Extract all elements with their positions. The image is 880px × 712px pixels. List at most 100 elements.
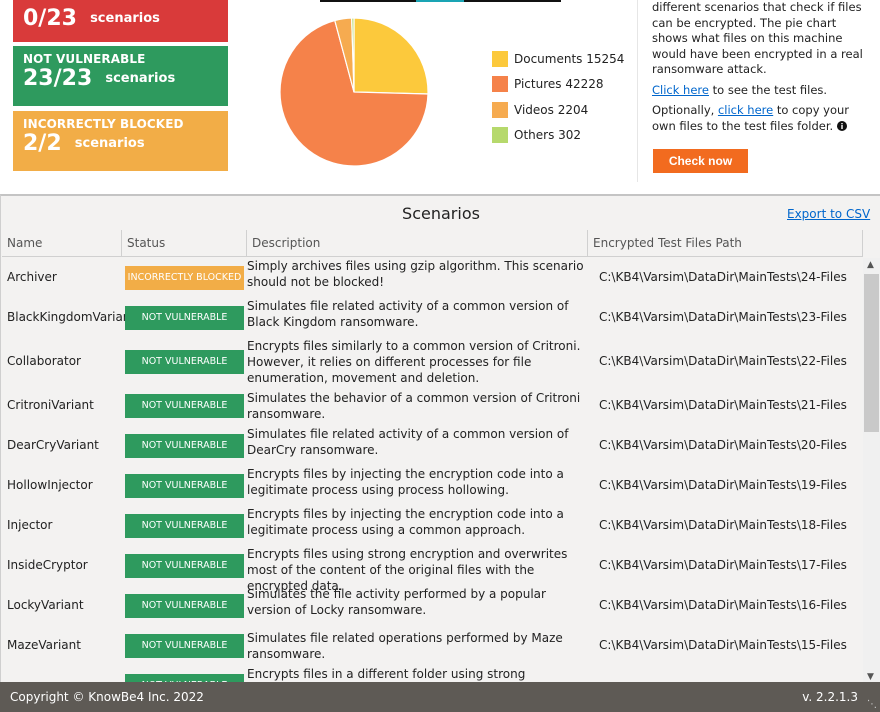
scenario-description: Simulates file related activity of a com…	[247, 299, 569, 329]
scenario-name: CritroniVariant	[7, 398, 94, 412]
legend-swatch	[492, 50, 508, 67]
table-row[interactable]: MazeVariant NOT VULNERABLE Simulates file …	[2, 626, 863, 666]
scenario-name: Collaborator	[7, 354, 81, 368]
scenario-description: Simulates the behavior of a common versi…	[247, 391, 581, 421]
scenario-path: C:\KB4\Varsim\DataDir\MainTests\24-Files	[599, 270, 847, 284]
vulnerable-count: 0/23	[23, 6, 77, 31]
table-row[interactable]: Injector NOT VULNERABLE Encrypts files by …	[2, 506, 863, 546]
scenario-path: C:\KB4\Varsim\DataDir\MainTests\22-Files	[599, 354, 847, 368]
column-header-status[interactable]: Status	[122, 230, 247, 257]
scenario-name: BlackKingdomVariant	[7, 310, 136, 324]
scenario-name: InsideCryptor	[7, 558, 88, 572]
scenario-description: Encrypts files similarly to a common ver…	[247, 339, 581, 385]
column-header-name[interactable]: Name	[2, 230, 122, 257]
scenario-description: Simulates the file activity performed by…	[247, 587, 546, 617]
pie-slice	[353, 17, 429, 95]
info-paragraph: different scenarios that check if files …	[652, 0, 863, 76]
scenario-path: C:\KB4\Varsim\DataDir\MainTests\18-Files	[599, 518, 847, 532]
legend-swatch	[492, 76, 508, 93]
column-header-path[interactable]: Encrypted Test Files Path	[588, 230, 863, 257]
incorrectly-blocked-count: 2/2	[23, 131, 62, 156]
not-vulnerable-title: NOT VULNERABLE	[23, 52, 146, 66]
not-vulnerable-count: 23/23	[23, 66, 93, 91]
table-row[interactable]: Collaborator NOT VULNERABLE Encrypts files…	[2, 338, 863, 386]
not-vulnerable-unit: scenarios	[105, 71, 176, 86]
see-test-files-link[interactable]: Click here	[652, 83, 709, 97]
not-vulnerable-card: NOT VULNERABLE 23/23 scenarios	[13, 46, 228, 106]
info-paragraph: Click here to see the test files.	[652, 83, 868, 99]
app-window: 0/23 scenarios NOT VULNERABLE 23/23 scen…	[0, 0, 880, 712]
vertical-scrollbar[interactable]: ▲ ▼	[863, 258, 880, 684]
status-badge: NOT VULNERABLE	[125, 634, 244, 658]
info-text: to see the test files.	[708, 82, 828, 97]
status-badge: NOT VULNERABLE	[125, 474, 244, 498]
scroll-down-icon[interactable]: ▼	[867, 672, 874, 682]
table-header: Name Status Description Encrypted Test F…	[2, 230, 863, 257]
table-row[interactable]: LockyVariant NOT VULNERABLE Simulates the …	[2, 586, 863, 626]
vulnerable-unit: scenarios	[90, 11, 160, 26]
scenarios-table-body: Archiver INCORRECTLY BLOCKED Simply archiv…	[2, 258, 863, 684]
export-csv-link[interactable]: Export to CSV	[787, 207, 870, 221]
scenario-name: Archiver	[7, 270, 57, 284]
scenarios-panel: Scenarios Export to CSV Name Status Desc…	[0, 194, 880, 684]
table-row[interactable]: HollowInjector NOT VULNERABLE Encrypts fil…	[2, 466, 863, 506]
incorrectly-blocked-card: INCORRECTLY BLOCKED 2/2 scenarios	[13, 111, 228, 171]
file-types-pie-chart	[279, 17, 429, 167]
incorrectly-blocked-unit: scenarios	[74, 136, 145, 151]
table-row[interactable]: BlackKingdomVariant NOT VULNERABLE Simulat…	[2, 298, 863, 338]
status-bar: Copyright © KnowBe4 Inc. 2022 v. 2.2.1.3…	[0, 682, 880, 712]
scenario-name: Injector	[7, 518, 53, 532]
legend-swatch	[492, 127, 508, 144]
scrollbar-thumb[interactable]	[864, 274, 879, 432]
scenario-description: Encrypts files by injecting the encrypti…	[247, 507, 564, 537]
scenario-path: C:\KB4\Varsim\DataDir\MainTests\21-Files	[599, 398, 847, 412]
scenario-name: DearCryVariant	[7, 438, 99, 452]
vulnerable-card: 0/23 scenarios	[13, 0, 228, 42]
info-text: Optionally,	[652, 103, 718, 117]
status-badge: NOT VULNERABLE	[125, 554, 244, 578]
pie-legend: Documents 15254 Pictures 42228 Videos 2204…	[492, 46, 624, 148]
table-row[interactable]: Archiver INCORRECTLY BLOCKED Simply archiv…	[2, 258, 863, 298]
scenario-name: HollowInjector	[7, 478, 93, 492]
scenario-path: C:\KB4\Varsim\DataDir\MainTests\17-Files	[599, 558, 847, 572]
status-badge: NOT VULNERABLE	[125, 306, 244, 330]
scenario-path: C:\KB4\Varsim\DataDir\MainTests\19-Files	[599, 478, 847, 492]
scenario-name: LockyVariant	[7, 598, 84, 612]
scenario-description: Encrypts files by injecting the encrypti…	[247, 467, 564, 497]
summary-panel: 0/23 scenarios NOT VULNERABLE 23/23 scen…	[0, 0, 880, 194]
incorrectly-blocked-title: INCORRECTLY BLOCKED	[23, 117, 184, 131]
copy-files-link[interactable]: click here	[718, 103, 773, 117]
scroll-up-icon[interactable]: ▲	[867, 260, 874, 270]
resize-grip-icon[interactable]: ⋱	[867, 699, 877, 710]
legend-label: Others 302	[514, 128, 582, 143]
column-header-description[interactable]: Description	[247, 230, 588, 257]
table-row[interactable]: DearCryVariant NOT VULNERABLE Simulates fi…	[2, 426, 863, 466]
scenario-path: C:\KB4\Varsim\DataDir\MainTests\16-Files	[599, 598, 847, 612]
scenario-description: Simulates file related activity of a com…	[247, 427, 569, 457]
tab-underline	[464, 0, 561, 2]
status-badge: NOT VULNERABLE	[125, 514, 244, 538]
scenarios-title: Scenarios	[402, 204, 480, 223]
tab-underline	[320, 0, 416, 2]
tab-underline-active	[416, 0, 464, 2]
info-paragraph: Optionally, click here to copy your own …	[652, 103, 868, 134]
status-badge: INCORRECTLY BLOCKED	[125, 266, 244, 290]
legend-label: Videos 2204	[514, 102, 589, 117]
legend-item: Documents 15254	[492, 46, 624, 72]
status-badge: NOT VULNERABLE	[125, 394, 244, 418]
legend-label: Pictures 42228	[514, 77, 604, 92]
table-row[interactable]: InsideCryptor NOT VULNERABLE Encrypts file…	[2, 546, 863, 593]
divider	[637, 0, 638, 182]
scenario-path: C:\KB4\Varsim\DataDir\MainTests\15-Files	[599, 638, 847, 652]
info-panel: different scenarios that check if files …	[652, 0, 868, 139]
table-row[interactable]: CritroniVariant NOT VULNERABLE Simulates t…	[2, 386, 863, 426]
check-now-button[interactable]: Check now	[653, 149, 748, 173]
info-circle-icon[interactable]	[836, 119, 847, 133]
scenario-description: Simply archives files using gzip algorit…	[247, 259, 584, 289]
legend-item: Others 302	[492, 123, 624, 149]
version-text: v. 2.2.1.3	[802, 690, 858, 704]
status-badge: NOT VULNERABLE	[125, 350, 244, 374]
status-badge: NOT VULNERABLE	[125, 594, 244, 618]
legend-item: Pictures 42228	[492, 72, 624, 98]
scenario-name: MazeVariant	[7, 638, 81, 652]
